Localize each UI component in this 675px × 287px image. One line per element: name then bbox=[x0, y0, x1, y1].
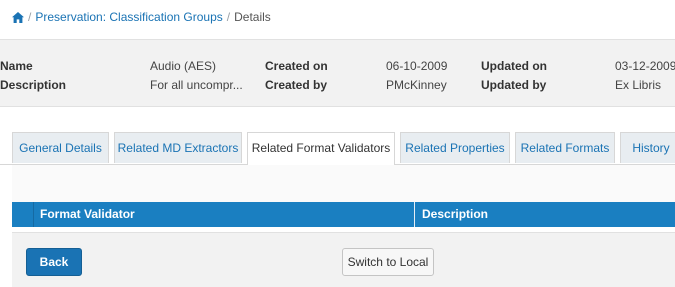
tab-related-properties[interactable]: Related Properties bbox=[400, 132, 510, 163]
name-value: Audio (AES) bbox=[150, 59, 217, 73]
column-header-format-validator[interactable]: Format Validator bbox=[40, 202, 135, 227]
breadcrumb-separator: / bbox=[28, 10, 32, 24]
tab-bar: General Details Related MD Extractors Re… bbox=[0, 132, 675, 165]
tab-content-area bbox=[12, 165, 675, 202]
format-validators-table-header: Format Validator Description bbox=[12, 202, 675, 227]
created-on-label: Created on bbox=[265, 59, 328, 73]
breadcrumb-separator: / bbox=[226, 10, 231, 24]
created-by-value: PMcKinney bbox=[386, 78, 447, 92]
description-value: For all uncompr... bbox=[150, 78, 243, 92]
tab-related-md-extractors[interactable]: Related MD Extractors bbox=[114, 132, 242, 163]
action-footer: Back Switch to Local bbox=[12, 232, 675, 287]
details-summary-panel: Name Audio (AES) Description For all unc… bbox=[0, 39, 675, 107]
updated-on-value: 03-12-2009 bbox=[615, 59, 675, 73]
column-divider bbox=[414, 202, 415, 227]
tab-general-details[interactable]: General Details bbox=[12, 132, 109, 163]
created-on-value: 06-10-2009 bbox=[386, 59, 448, 73]
updated-on-label: Updated on bbox=[481, 59, 547, 73]
name-label: Name bbox=[0, 59, 33, 73]
row-selector-column bbox=[12, 202, 34, 227]
created-by-label: Created by bbox=[265, 78, 328, 92]
breadcrumb-current: Details bbox=[234, 10, 271, 24]
switch-to-local-button[interactable]: Switch to Local bbox=[342, 248, 434, 276]
tab-related-formats[interactable]: Related Formats bbox=[515, 132, 615, 163]
updated-by-value: Ex Libris bbox=[615, 78, 662, 92]
tab-history[interactable]: History bbox=[620, 132, 675, 163]
column-header-description[interactable]: Description bbox=[422, 202, 488, 227]
description-label: Description bbox=[0, 78, 67, 92]
tab-related-format-validators[interactable]: Related Format Validators bbox=[247, 132, 395, 165]
breadcrumb-link-classification-groups[interactable]: Preservation: Classification Groups bbox=[35, 10, 222, 24]
breadcrumb: / Preservation: Classification Groups / … bbox=[12, 9, 675, 25]
home-icon[interactable] bbox=[12, 11, 24, 23]
updated-by-label: Updated by bbox=[481, 78, 547, 92]
back-button[interactable]: Back bbox=[26, 248, 82, 276]
